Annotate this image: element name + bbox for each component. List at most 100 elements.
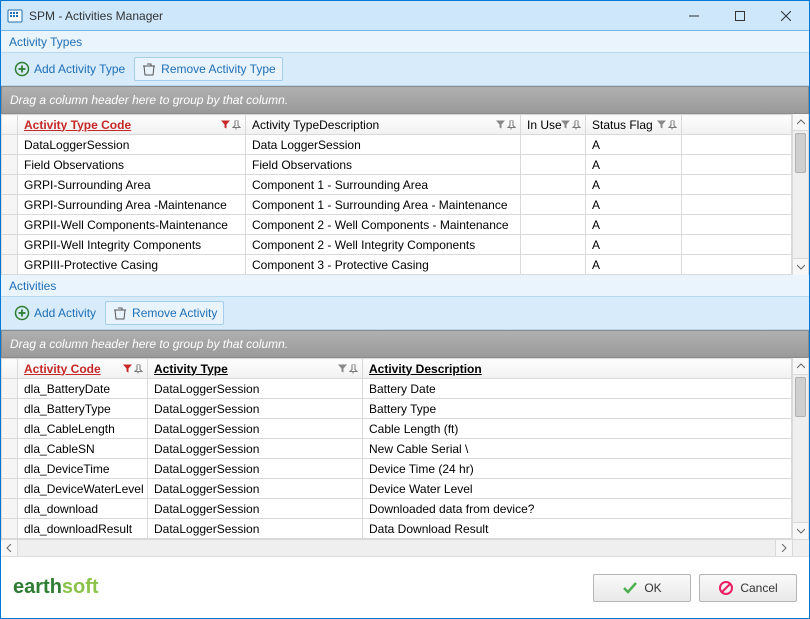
table-row[interactable]: GRPI-Surrounding AreaComponent 1 - Surro… <box>2 175 792 195</box>
cell-status[interactable]: A <box>586 155 682 175</box>
cell-desc[interactable]: Component 2 - Well Components - Maintena… <box>246 215 521 235</box>
row-header-cell[interactable] <box>2 235 18 255</box>
cell-type[interactable]: DataLoggerSession <box>148 419 363 439</box>
filter-icon[interactable] <box>221 120 230 129</box>
table-row[interactable]: Field ObservationsField Observations A <box>2 155 792 175</box>
table-row[interactable]: dla_downloadResultDataLoggerSessionData … <box>2 519 792 539</box>
table-row[interactable]: dla_BatteryTypeDataLoggerSessionBattery … <box>2 399 792 419</box>
cell-type[interactable]: DataLoggerSession <box>148 439 363 459</box>
table-row[interactable]: DataLoggerSessionData LoggerSessionA <box>2 135 792 155</box>
cell-code[interactable]: dla_download <box>18 499 148 519</box>
cell-code[interactable]: DataLoggerSession <box>18 135 246 155</box>
add-activity-button[interactable]: Add Activity <box>7 301 103 325</box>
types-vertical-scrollbar[interactable] <box>792 114 809 275</box>
row-header-cell[interactable] <box>2 255 18 275</box>
minimize-button[interactable] <box>671 1 717 31</box>
filter-icon[interactable] <box>123 364 132 373</box>
cell-status[interactable]: A <box>586 255 682 275</box>
pin-icon[interactable] <box>349 364 358 373</box>
cell-code[interactable]: GRPIII-Protective Casing <box>18 255 246 275</box>
cell-code[interactable]: GRPII-Well Components-Maintenance <box>18 215 246 235</box>
cell-code[interactable]: dla_DeviceTime <box>18 459 148 479</box>
scroll-down-button[interactable] <box>793 522 808 539</box>
types-col-inuse[interactable]: In Use <box>521 115 586 135</box>
filter-icon[interactable] <box>561 120 570 129</box>
cell-desc[interactable]: Component 1 - Surrounding Area - Mainten… <box>246 195 521 215</box>
table-row[interactable]: dla_BatteryDateDataLoggerSessionBattery … <box>2 379 792 399</box>
acts-col-desc[interactable]: Activity Description <box>363 359 792 379</box>
remove-activity-type-button[interactable]: Remove Activity Type <box>134 57 283 81</box>
scroll-track[interactable] <box>793 131 808 258</box>
scroll-up-button[interactable] <box>793 114 808 131</box>
pin-icon[interactable] <box>232 120 241 129</box>
scroll-thumb[interactable] <box>795 377 806 417</box>
row-header-cell[interactable] <box>2 519 18 539</box>
cell-desc[interactable]: Field Observations <box>246 155 521 175</box>
table-row[interactable]: GRPII-Well Integrity ComponentsComponent… <box>2 235 792 255</box>
cell-code[interactable]: GRPII-Well Integrity Components <box>18 235 246 255</box>
types-col-desc[interactable]: Activity TypeDescription <box>246 115 521 135</box>
activity-types-grid[interactable]: Activity Type Code Activity TypeDescript… <box>1 114 792 275</box>
cell-desc[interactable]: Device Water Level <box>363 479 792 499</box>
ok-button[interactable]: OK <box>593 574 691 602</box>
cell-type[interactable]: DataLoggerSession <box>148 379 363 399</box>
cell-code[interactable]: dla_downloadResult <box>18 519 148 539</box>
activities-group-by-area[interactable]: Drag a column header here to group by th… <box>1 330 809 358</box>
pin-icon[interactable] <box>134 364 143 373</box>
cell-type[interactable]: DataLoggerSession <box>148 479 363 499</box>
cell-code[interactable]: GRPI-Surrounding Area <box>18 175 246 195</box>
cell-code[interactable]: dla_BatteryType <box>18 399 148 419</box>
types-group-by-area[interactable]: Drag a column header here to group by th… <box>1 86 809 114</box>
acts-col-type[interactable]: Activity Type <box>148 359 363 379</box>
table-row[interactable]: GRPIII-Protective CasingComponent 3 - Pr… <box>2 255 792 275</box>
scroll-thumb[interactable] <box>795 133 806 173</box>
table-row[interactable]: dla_DeviceWaterLevelDataLoggerSessionDev… <box>2 479 792 499</box>
types-col-code[interactable]: Activity Type Code <box>18 115 246 135</box>
filter-icon[interactable] <box>657 120 666 129</box>
table-row[interactable]: dla_downloadDataLoggerSessionDownloaded … <box>2 499 792 519</box>
types-col-status[interactable]: Status Flag <box>586 115 682 135</box>
cell-inuse[interactable] <box>521 175 586 195</box>
cell-type[interactable]: DataLoggerSession <box>148 399 363 419</box>
cell-status[interactable]: A <box>586 235 682 255</box>
cell-code[interactable]: dla_CableSN <box>18 439 148 459</box>
row-header-cell[interactable] <box>2 399 18 419</box>
cell-desc[interactable]: New Cable Serial \ <box>363 439 792 459</box>
row-header-cell[interactable] <box>2 175 18 195</box>
cell-status[interactable]: A <box>586 175 682 195</box>
cell-status[interactable]: A <box>586 135 682 155</box>
cell-code[interactable]: dla_BatteryDate <box>18 379 148 399</box>
cell-desc[interactable]: Battery Date <box>363 379 792 399</box>
table-row[interactable]: GRPII-Well Components-MaintenanceCompone… <box>2 215 792 235</box>
activities-horizontal-scrollbar[interactable] <box>1 539 809 556</box>
cell-code[interactable]: dla_DeviceWaterLevel <box>18 479 148 499</box>
titlebar[interactable]: SPM - Activities Manager <box>1 1 809 31</box>
cell-type[interactable]: DataLoggerSession <box>148 519 363 539</box>
cancel-button[interactable]: Cancel <box>699 574 797 602</box>
types-rowheader-col[interactable] <box>2 115 18 135</box>
cell-inuse[interactable] <box>521 215 586 235</box>
cell-code[interactable]: Field Observations <box>18 155 246 175</box>
table-row[interactable]: GRPI-Surrounding Area -MaintenanceCompon… <box>2 195 792 215</box>
scroll-up-button[interactable] <box>793 358 808 375</box>
row-header-cell[interactable] <box>2 379 18 399</box>
filter-icon[interactable] <box>338 364 347 373</box>
maximize-button[interactable] <box>717 1 763 31</box>
scroll-left-button[interactable] <box>1 540 18 556</box>
acts-rowheader-col[interactable] <box>2 359 18 379</box>
row-header-cell[interactable] <box>2 459 18 479</box>
cell-status[interactable]: A <box>586 195 682 215</box>
cell-inuse[interactable] <box>521 235 586 255</box>
scroll-right-button[interactable] <box>775 540 792 556</box>
cell-desc[interactable]: Data Download Result <box>363 519 792 539</box>
cell-type[interactable]: DataLoggerSession <box>148 499 363 519</box>
add-activity-type-button[interactable]: Add Activity Type <box>7 57 132 81</box>
cell-inuse[interactable] <box>521 135 586 155</box>
cell-desc[interactable]: Battery Type <box>363 399 792 419</box>
row-header-cell[interactable] <box>2 479 18 499</box>
filter-icon[interactable] <box>496 120 505 129</box>
row-header-cell[interactable] <box>2 215 18 235</box>
cell-desc[interactable]: Component 1 - Surrounding Area <box>246 175 521 195</box>
table-row[interactable]: dla_CableLengthDataLoggerSessionCable Le… <box>2 419 792 439</box>
row-header-cell[interactable] <box>2 439 18 459</box>
